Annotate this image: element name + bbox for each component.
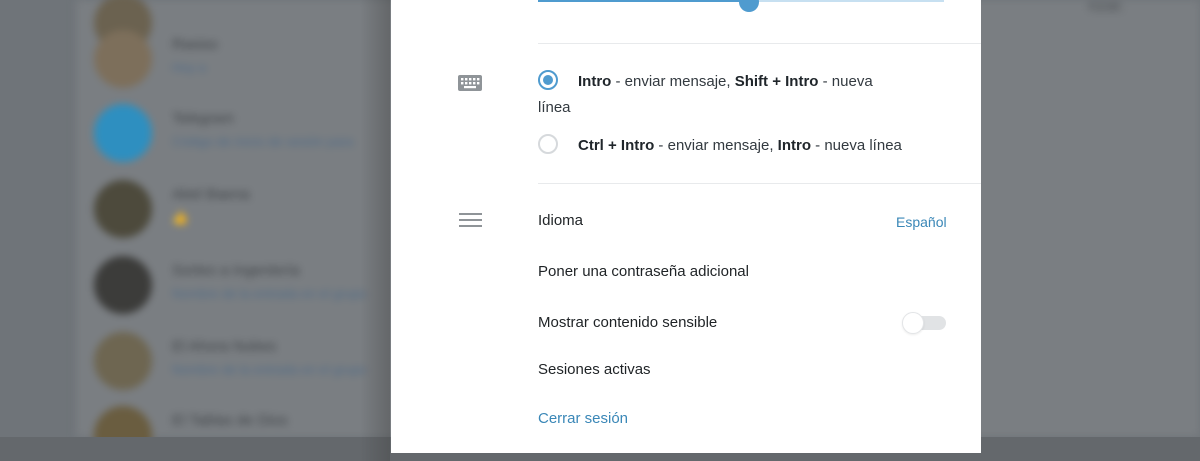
sensitive-content-toggle[interactable] [902, 312, 948, 334]
active-sessions-setting[interactable]: Sesiones activas [538, 361, 651, 378]
sensitive-content-setting[interactable]: Mostrar contenido sensible [538, 314, 717, 331]
background-chat-item: Abel Baena 👍 [76, 174, 396, 244]
send-option-ctrl-enter-label: Ctrl + Intro - enviar mensaje, Intro - n… [578, 133, 938, 159]
avatar [94, 256, 152, 314]
chat-name: Abel Baena [172, 186, 250, 203]
chat-preview: Código de inicio de sesión para [172, 134, 354, 149]
panel-shadow [360, 0, 390, 461]
background-chat-item: Rasiso Hoy a [76, 24, 396, 94]
background-chat-item: Telegram Código de inicio de sesión para [76, 98, 396, 168]
menu-icon [459, 213, 482, 227]
radio-button[interactable] [538, 134, 558, 154]
avatar [94, 332, 152, 390]
size-slider-thumb[interactable] [739, 0, 760, 12]
background-chat-item: Sorteo a Ingeniería Nombre de la entrada… [76, 250, 396, 320]
key-combo: Ctrl + Intro [578, 137, 655, 154]
key-combo: Intro [777, 137, 811, 154]
chat-preview: 👍 [172, 210, 189, 225]
chat-name: Rasiso [172, 36, 218, 53]
chat-name: Sorteo a Ingeniería [172, 262, 300, 279]
chat-preview: Nombre de la entrada en el grupo [172, 286, 367, 301]
settings-panel: Intro - enviar mensaje, Shift + Intro - … [391, 0, 981, 453]
key-combo: Shift + Intro [734, 73, 819, 90]
send-option-enter-label: Intro - enviar mensaje, Shift + Intro - … [538, 69, 938, 121]
option-text: línea [538, 99, 571, 116]
key-combo: Intro [578, 73, 612, 90]
chat-name: El Tablas de Dios [172, 412, 288, 429]
chat-preview: Hoy a [172, 60, 206, 75]
language-value-link[interactable]: Español [896, 214, 947, 230]
option-text: - enviar mensaje, [611, 73, 735, 90]
background-chat-item: El Ahora Nubes Nombre de la entrada en e… [76, 326, 396, 396]
avatar [94, 30, 152, 88]
chat-name: Telegram [172, 110, 234, 127]
option-text: - nueva línea [810, 137, 902, 154]
chat-name: El Ahora Nubes [172, 338, 277, 355]
telegram-avatar [94, 104, 152, 162]
divider [538, 43, 981, 44]
app-window: Rasiso Hoy a Telegram Código de inicio d… [0, 0, 1200, 461]
toggle-knob [902, 312, 924, 334]
size-slider-fill [538, 0, 750, 2]
logout-link[interactable]: Cerrar sesión [538, 410, 628, 427]
radio-button-selected[interactable] [538, 70, 558, 90]
option-text: - nueva [818, 73, 873, 90]
set-password-setting[interactable]: Poner una contraseña adicional [538, 263, 749, 280]
keyboard-icon [458, 75, 482, 91]
background-hint-text: nzar. [1088, 0, 1125, 15]
avatar [94, 180, 152, 238]
divider [538, 183, 981, 184]
option-text: - enviar mensaje, [654, 137, 778, 154]
language-setting[interactable]: Idioma [538, 212, 583, 229]
chat-preview: Nombre de la entrada en el grupo [172, 362, 367, 377]
